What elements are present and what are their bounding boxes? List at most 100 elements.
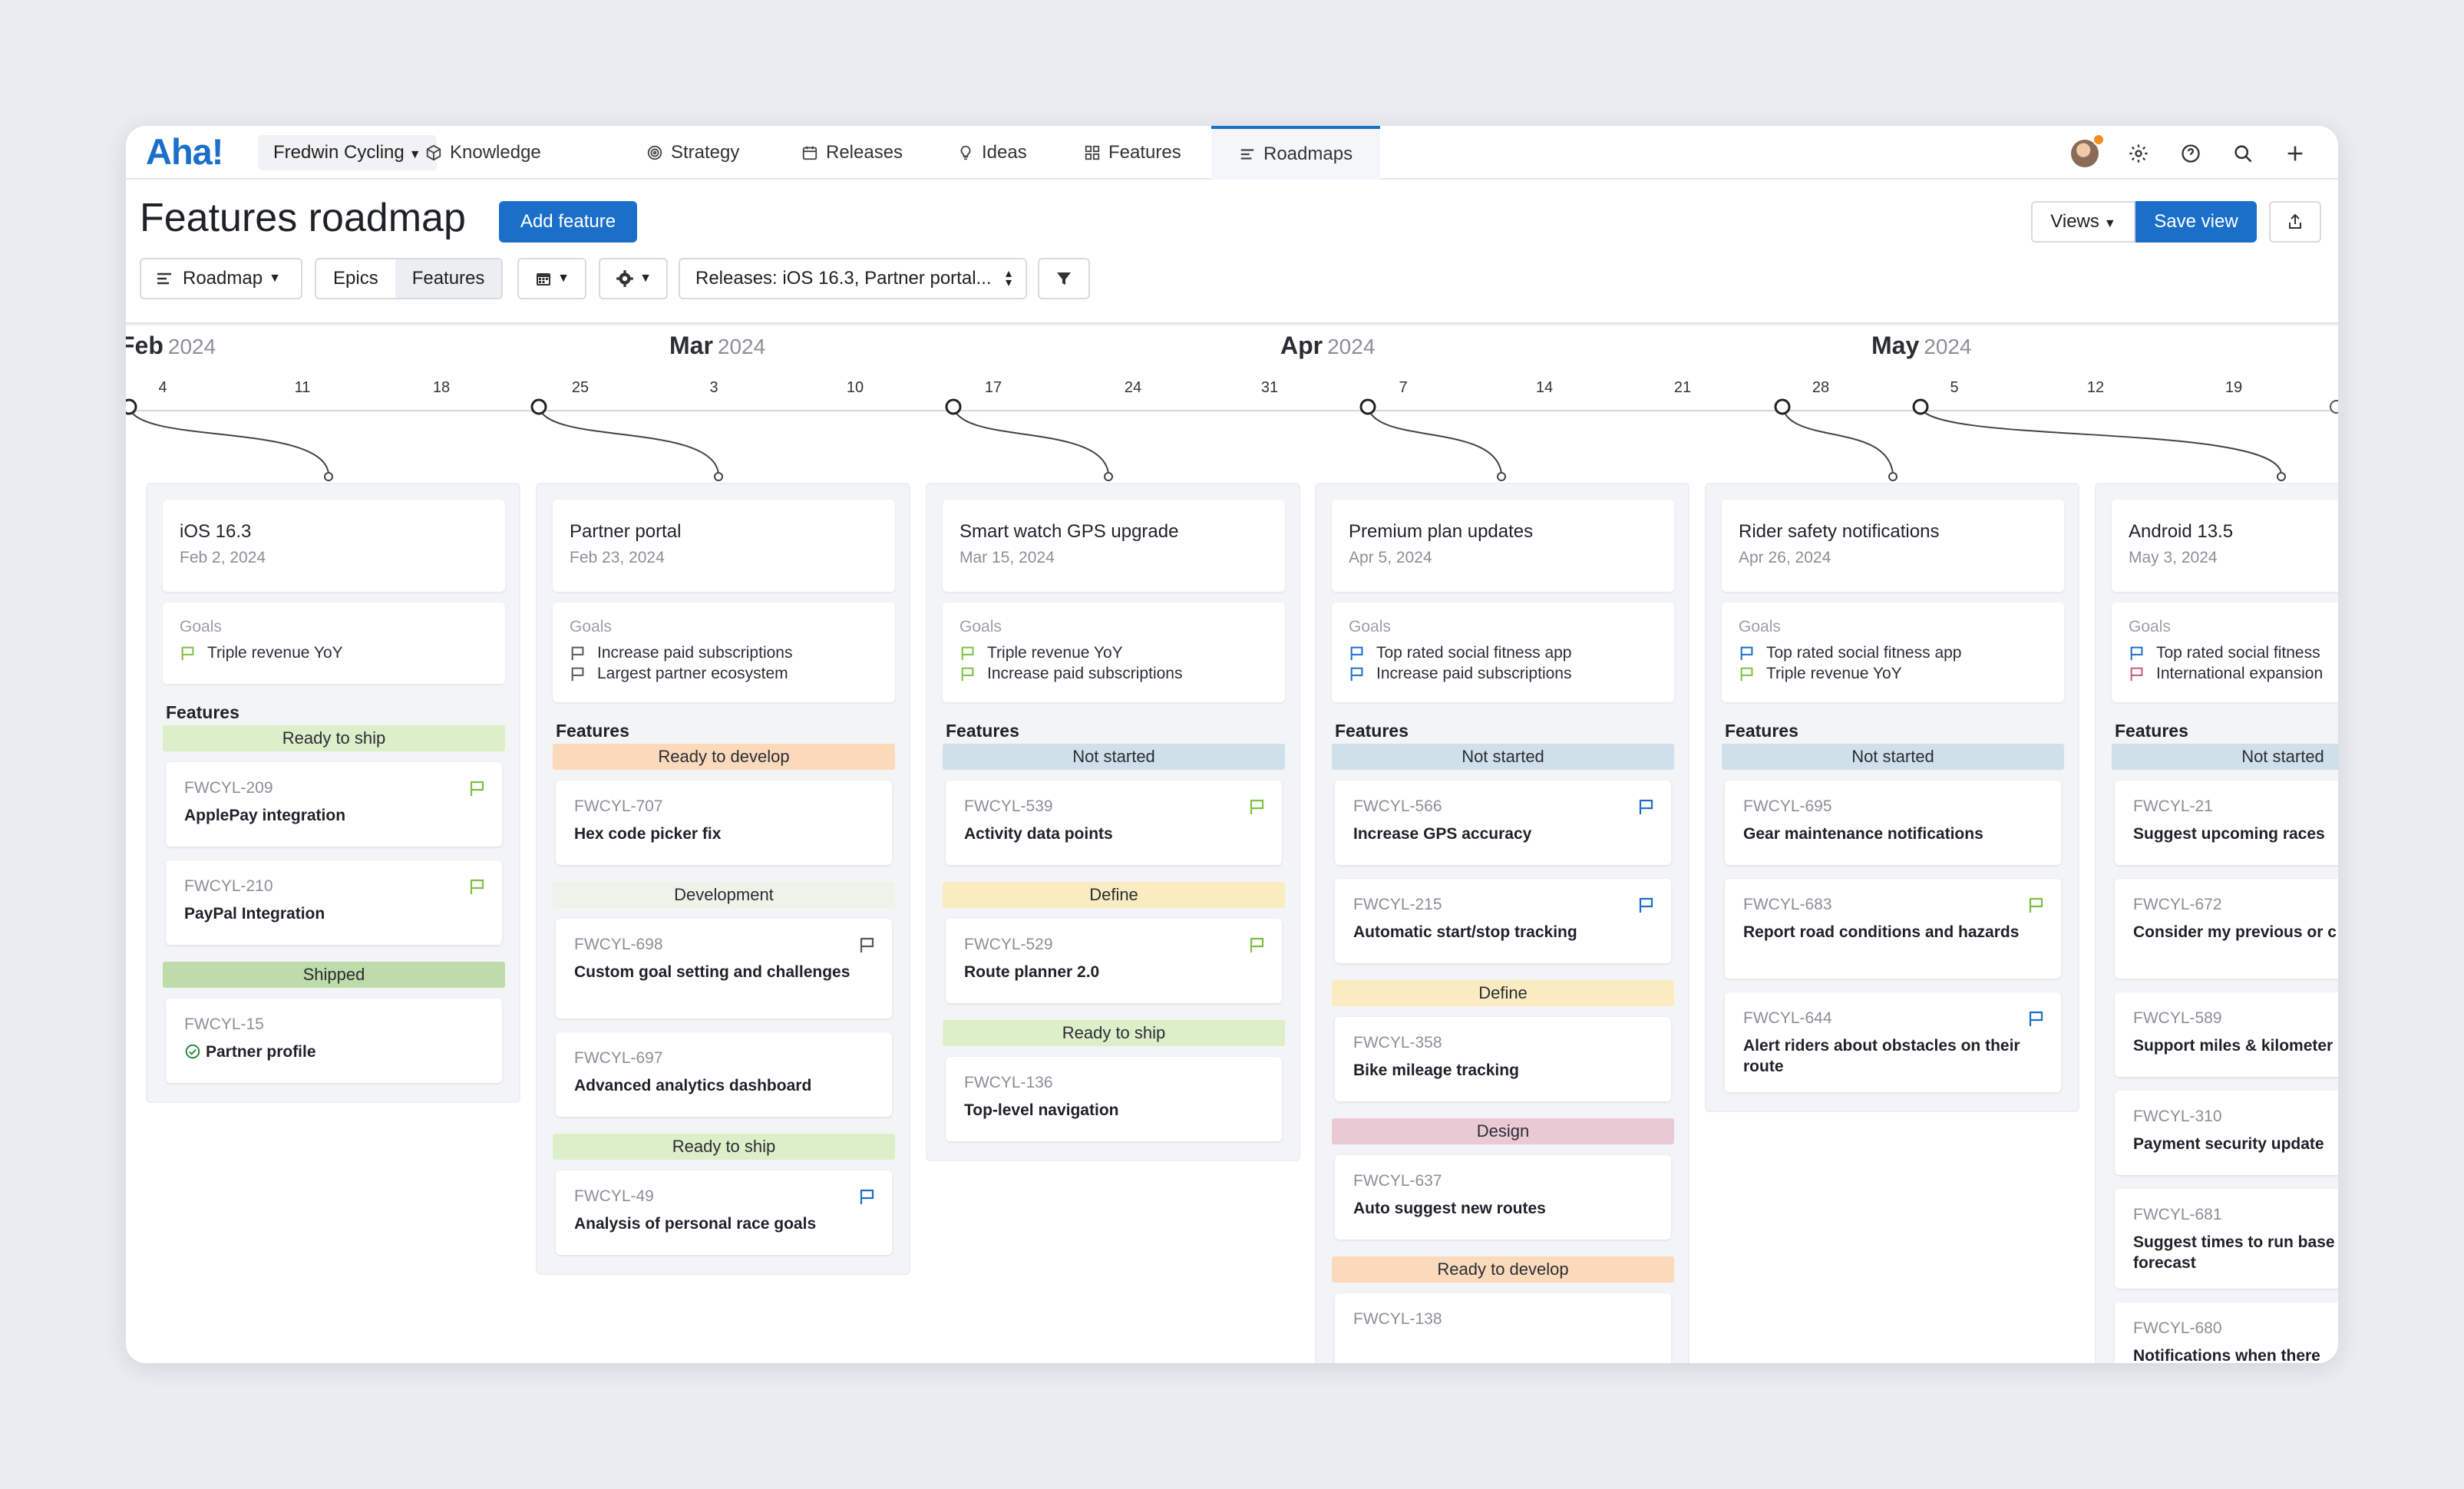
- release-card[interactable]: Partner portal Feb 23, 2024: [553, 500, 895, 592]
- week-tick-label: 17: [984, 379, 1002, 396]
- feature-card[interactable]: FWCYL-358 Bike mileage tracking: [1335, 1017, 1671, 1101]
- status-group-header: Ready to ship: [553, 1134, 895, 1160]
- save-view-button[interactable]: Save view: [2135, 201, 2257, 243]
- goal-item[interactable]: Triple revenue YoY: [960, 644, 1123, 662]
- goal-item[interactable]: Increase paid subscriptions: [960, 665, 1182, 683]
- status-group-header: Ready to develop: [553, 744, 895, 770]
- feature-card[interactable]: FWCYL-21 Suggest upcoming races: [2115, 781, 2338, 865]
- toggle-features[interactable]: Features: [395, 259, 502, 298]
- settings-dropdown[interactable]: ▼: [599, 258, 668, 299]
- flag-icon[interactable]: [1637, 896, 1656, 914]
- flag-icon[interactable]: [468, 877, 487, 896]
- roadmap-type-dropdown[interactable]: Roadmap ▼: [140, 258, 302, 299]
- flag-icon[interactable]: [1637, 797, 1656, 816]
- flag-icon[interactable]: [2027, 896, 2046, 914]
- flag-icon[interactable]: [468, 779, 487, 797]
- feature-card[interactable]: FWCYL-680 Notifications when there: [2115, 1302, 2338, 1363]
- release-card[interactable]: iOS 16.3 Feb 2, 2024: [163, 500, 505, 592]
- add-button[interactable]: [2280, 138, 2310, 169]
- week-tick-label: 19: [2225, 379, 2243, 396]
- feature-name: Payment security update: [2133, 1134, 2338, 1154]
- search-button[interactable]: [2228, 138, 2258, 169]
- feature-card[interactable]: FWCYL-138: [1335, 1293, 1671, 1363]
- goal-item[interactable]: Triple revenue YoY: [180, 644, 343, 662]
- feature-card[interactable]: FWCYL-698 Custom goal setting and challen…: [556, 919, 892, 1019]
- flag-icon[interactable]: [858, 1187, 877, 1206]
- goal-item[interactable]: Increase paid subscriptions: [570, 644, 792, 662]
- feature-card[interactable]: FWCYL-681 Suggest times to run base weath…: [2115, 1189, 2338, 1289]
- nav-tab-roadmaps[interactable]: Roadmaps: [1211, 126, 1381, 180]
- feature-card[interactable]: FWCYL-644 Alert riders about obstacles on…: [1725, 992, 2061, 1092]
- flag-icon: [1350, 646, 1363, 661]
- feature-card[interactable]: FWCYL-15 Partner profile: [166, 999, 502, 1083]
- workspace-selector[interactable]: Fredwin Cycling ▼: [258, 135, 437, 170]
- feature-name: Bike mileage tracking: [1353, 1060, 1653, 1081]
- status-group-header: Define: [943, 882, 1285, 908]
- month-label: Mar 2024: [669, 332, 765, 360]
- feature-name: Advanced analytics dashboard: [574, 1075, 874, 1096]
- nav-tab-features[interactable]: Features: [1084, 126, 1181, 180]
- feature-id: FWCYL-209: [184, 779, 273, 797]
- feature-id: FWCYL-698: [574, 936, 663, 953]
- toggle-epics[interactable]: Epics: [316, 259, 395, 298]
- goal-item[interactable]: Top rated social fitness: [2129, 644, 2320, 662]
- release-card[interactable]: Android 13.5 May 3, 2024: [2112, 500, 2338, 592]
- feature-card[interactable]: FWCYL-589 Support miles & kilometer: [2115, 992, 2338, 1077]
- goal-item[interactable]: Largest partner ecosystem: [570, 665, 788, 683]
- feature-card[interactable]: FWCYL-672 Consider my previous or c injur…: [2115, 879, 2338, 979]
- flag-icon[interactable]: [2027, 1009, 2046, 1028]
- feature-card[interactable]: FWCYL-697 Advanced analytics dashboard: [556, 1032, 892, 1117]
- goal-text: Increase paid subscriptions: [597, 644, 793, 662]
- nav-tab-ideas[interactable]: Ideas: [957, 126, 1027, 180]
- feature-card[interactable]: FWCYL-707 Hex code picker fix: [556, 781, 892, 865]
- feature-name: Alert riders about obstacles on their ro…: [1743, 1035, 2043, 1077]
- goal-item[interactable]: Top rated social fitness app: [1739, 644, 1961, 662]
- flag-icon[interactable]: [1248, 797, 1267, 816]
- feature-card[interactable]: FWCYL-310 Payment security update: [2115, 1091, 2338, 1175]
- status-group-header: Ready to ship: [943, 1020, 1285, 1046]
- share-button[interactable]: [2269, 201, 2321, 243]
- feature-name: Consider my previous or c injuries: [2133, 922, 2338, 943]
- feature-name: Automatic start/stop tracking: [1353, 922, 1653, 943]
- feature-card[interactable]: FWCYL-529 Route planner 2.0: [946, 919, 1282, 1003]
- flag-icon[interactable]: [1248, 936, 1267, 954]
- feature-id: FWCYL-21: [2133, 797, 2213, 815]
- feature-card[interactable]: FWCYL-539 Activity data points: [946, 781, 1282, 865]
- settings-button[interactable]: [2123, 138, 2154, 169]
- feature-card[interactable]: FWCYL-637 Auto suggest new routes: [1335, 1155, 1671, 1240]
- feature-card[interactable]: FWCYL-215 Automatic start/stop tracking: [1335, 879, 1671, 963]
- filter-button[interactable]: [1038, 258, 1090, 299]
- feature-card[interactable]: FWCYL-210 PayPal Integration: [166, 860, 502, 945]
- goal-item[interactable]: Triple revenue YoY: [1739, 665, 1902, 683]
- release-name: Rider safety notifications: [1739, 521, 1940, 542]
- feature-card[interactable]: FWCYL-695 Gear maintenance notifications: [1725, 781, 2061, 865]
- releases-filter[interactable]: Releases: iOS 16.3, Partner portal... ▴ ▾: [679, 258, 1027, 299]
- flag-icon[interactable]: [858, 936, 877, 954]
- views-dropdown[interactable]: Views ▼: [2031, 201, 2135, 243]
- goal-text: Top rated social fitness app: [1376, 644, 1572, 662]
- release-card[interactable]: Rider safety notifications Apr 26, 2024: [1722, 500, 2064, 592]
- nav-tab-knowledge[interactable]: Knowledge: [425, 126, 541, 180]
- feature-name-text: Hex code picker fix: [574, 825, 722, 843]
- release-card[interactable]: Smart watch GPS upgrade Mar 15, 2024: [943, 500, 1285, 592]
- goal-item[interactable]: Top rated social fitness app: [1349, 644, 1571, 662]
- feature-name-text: Automatic start/stop tracking: [1353, 923, 1577, 941]
- goal-item[interactable]: International expansion: [2129, 665, 2323, 683]
- goals-card: Goals Top rated social fitness Internation…: [2112, 603, 2338, 702]
- release-card[interactable]: Premium plan updates Apr 5, 2024: [1332, 500, 1674, 592]
- nav-tab-releases[interactable]: Releases: [801, 126, 903, 180]
- help-button[interactable]: [2175, 138, 2206, 169]
- feature-card[interactable]: FWCYL-566 Increase GPS accuracy: [1335, 781, 1671, 865]
- aha-logo[interactable]: Aha!: [146, 130, 223, 173]
- feature-card[interactable]: FWCYL-136 Top-level navigation: [946, 1057, 1282, 1141]
- updown-icon: ▴ ▾: [1005, 267, 1012, 289]
- nav-tab-strategy[interactable]: Strategy: [646, 126, 739, 180]
- feature-name-text: Bike mileage tracking: [1353, 1061, 1519, 1079]
- goal-item[interactable]: Increase paid subscriptions: [1349, 665, 1571, 683]
- date-range-dropdown[interactable]: ▼: [517, 258, 586, 299]
- feature-card[interactable]: FWCYL-209 ApplePay integration: [166, 762, 502, 847]
- add-feature-button[interactable]: Add feature: [499, 201, 637, 243]
- feature-card[interactable]: FWCYL-683 Report road conditions and haza…: [1725, 879, 2061, 979]
- feature-card[interactable]: FWCYL-49 Analysis of personal race goals: [556, 1170, 892, 1255]
- week-tick-label: 5: [1950, 379, 1959, 396]
